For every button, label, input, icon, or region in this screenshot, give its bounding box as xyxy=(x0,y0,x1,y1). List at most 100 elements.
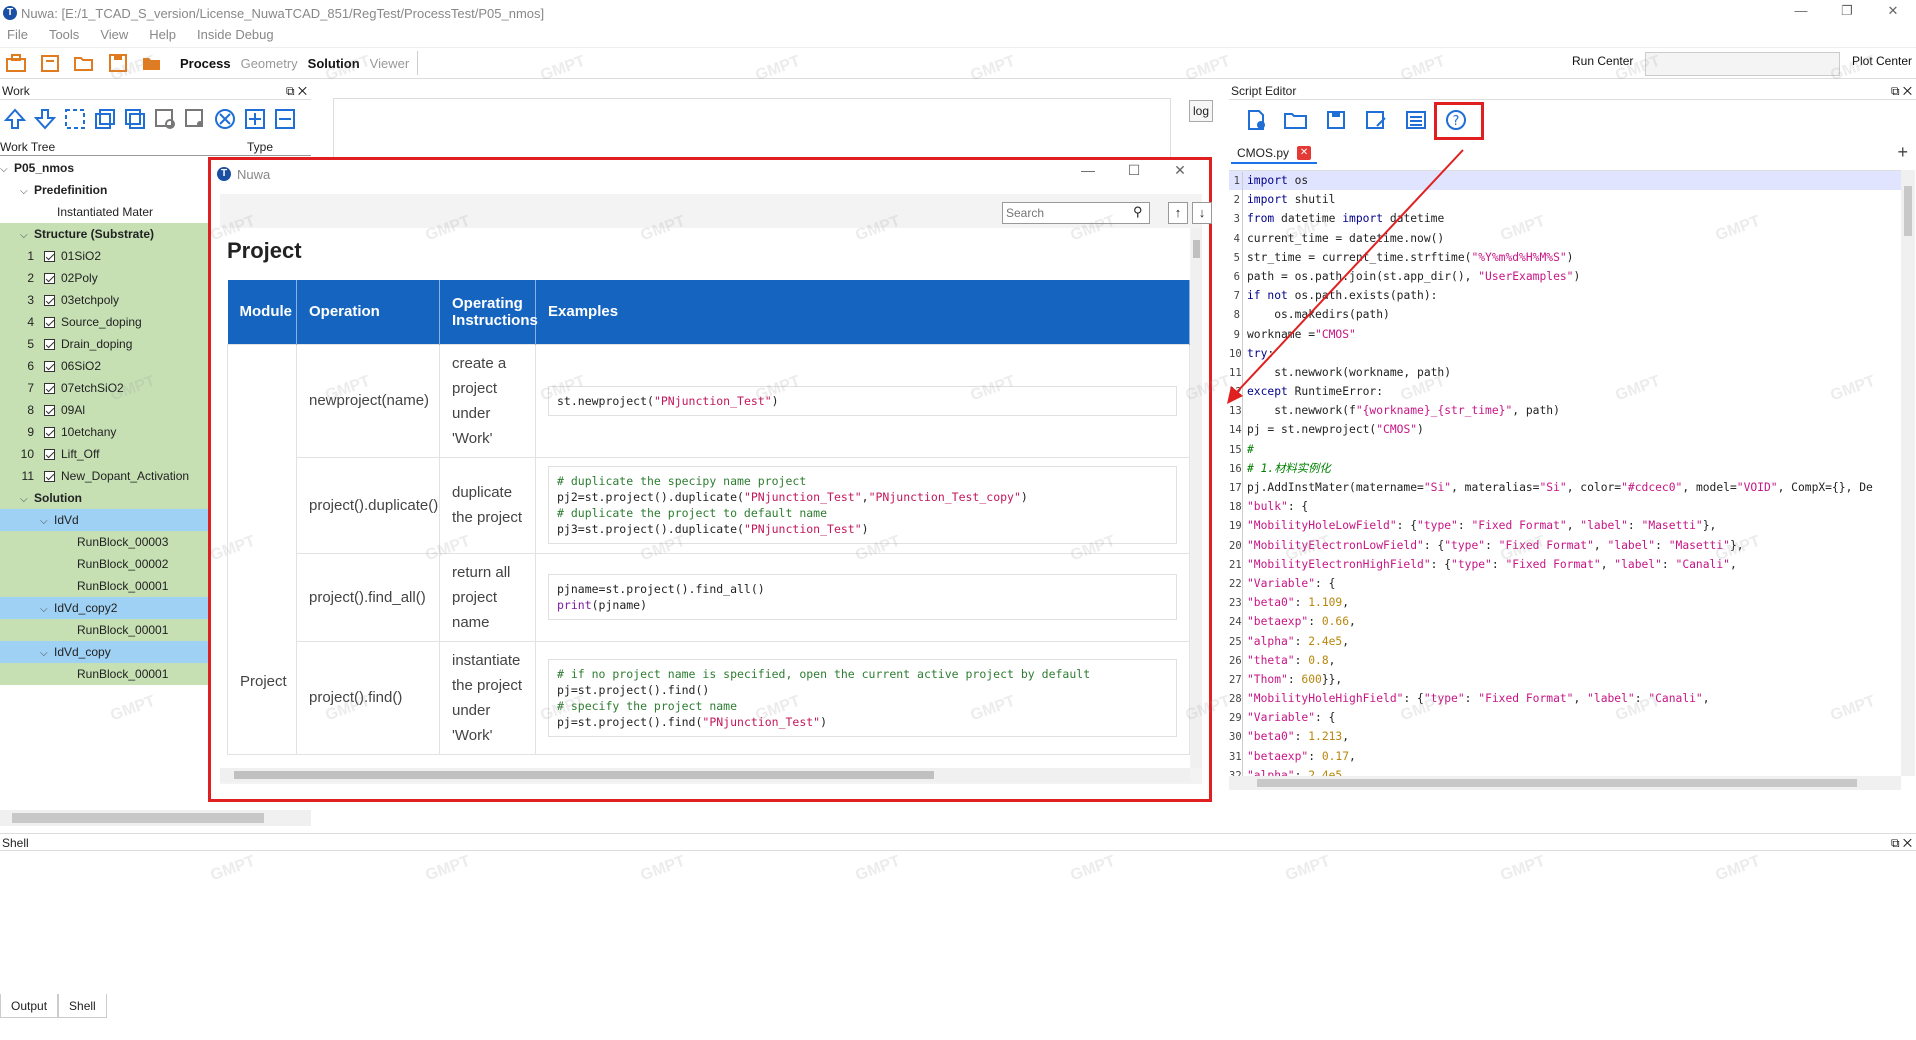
run-script-icon[interactable] xyxy=(1401,106,1431,134)
checkbox-checked-icon[interactable] xyxy=(44,317,55,329)
tree-group-solution[interactable]: ⌵ Solution xyxy=(0,487,208,509)
code-line[interactable]: 15 # xyxy=(1229,440,1901,460)
select-region-icon[interactable] xyxy=(62,106,88,132)
code-line[interactable]: 26 "theta": 0.8, xyxy=(1229,651,1901,671)
tree-runblock[interactable]: RunBlock_00001 xyxy=(0,619,208,641)
scroll-thumb[interactable] xyxy=(234,771,934,779)
calendar-icon[interactable] xyxy=(38,51,62,75)
tab-solution[interactable]: Solution xyxy=(308,56,360,71)
checkbox-checked-icon[interactable] xyxy=(44,361,55,373)
duplicate-icon[interactable] xyxy=(122,106,148,132)
scroll-thumb[interactable] xyxy=(1193,240,1200,258)
tree-runblock[interactable]: RunBlock_00001 xyxy=(0,663,208,685)
checkbox-checked-icon[interactable] xyxy=(44,427,55,439)
tree-step-row[interactable]: 10 Lift_Off xyxy=(0,443,208,465)
shell-console[interactable] xyxy=(0,852,1916,994)
tree-sub-idvd[interactable]: ⌵ IdVd xyxy=(0,509,208,531)
menu-inside-debug[interactable]: Inside Debug xyxy=(197,27,274,42)
cancel-circle-icon[interactable] xyxy=(212,106,238,132)
record-icon[interactable] xyxy=(182,106,208,132)
search-icon[interactable]: ⚲ xyxy=(1133,204,1143,220)
tree-sub-idvd-copy2[interactable]: ⌵ IdVd_copy2 xyxy=(0,597,208,619)
tree-group-structure[interactable]: ⌵ Structure (Substrate) xyxy=(0,223,208,245)
scroll-thumb[interactable] xyxy=(12,813,264,823)
collapse-all-icon[interactable] xyxy=(272,106,298,132)
checkbox-checked-icon[interactable] xyxy=(44,471,55,483)
chevron-down-icon[interactable]: ⌵ xyxy=(40,643,54,665)
tab-viewer[interactable]: Viewer xyxy=(370,56,410,71)
save-icon[interactable] xyxy=(1321,106,1351,134)
tab-shell[interactable]: Shell xyxy=(58,994,107,1018)
tree-runblock[interactable]: RunBlock_00001 xyxy=(0,575,208,597)
tree-step-row[interactable]: 1 01SiO2 xyxy=(0,245,208,267)
search-input[interactable] xyxy=(1002,202,1150,224)
new-file-icon[interactable] xyxy=(1241,106,1271,134)
move-up-icon[interactable] xyxy=(2,106,28,132)
close-icon[interactable]: ✕ xyxy=(1157,162,1203,179)
copy-region-icon[interactable] xyxy=(92,106,118,132)
tree-step-row[interactable]: 4 Source_doping xyxy=(0,311,208,333)
tree-step-row[interactable]: 3 03etchpoly xyxy=(0,289,208,311)
scroll-thumb[interactable] xyxy=(1257,779,1857,787)
menu-view[interactable]: View xyxy=(100,27,128,42)
checkbox-checked-icon[interactable] xyxy=(44,251,55,263)
code-line[interactable]: 16 # 1.材料实例化 xyxy=(1229,459,1901,480)
code-line[interactable]: 28 "MobilityHoleHighField": {"type": "Fix… xyxy=(1229,689,1901,710)
code-line[interactable]: 14 pj = st.newproject("CMOS") xyxy=(1229,420,1901,441)
find-next-button[interactable]: ↓ xyxy=(1192,202,1212,224)
code-line[interactable]: 17 pj.AddInstMater(matername="Si", matera… xyxy=(1229,478,1901,499)
checkbox-checked-icon[interactable] xyxy=(44,273,55,285)
restore-icon[interactable]: ❐ xyxy=(1824,0,1870,26)
checkbox-checked-icon[interactable] xyxy=(44,383,55,395)
find-prev-button[interactable]: ↑ xyxy=(1168,202,1188,224)
work-hscrollbar[interactable] xyxy=(0,810,311,826)
run-center-label[interactable]: Run Center xyxy=(1572,54,1633,68)
tree-step-row[interactable]: 5 Drain_doping xyxy=(0,333,208,355)
tree-step-row[interactable]: 8 09Al xyxy=(0,399,208,421)
minimize-icon[interactable]: — xyxy=(1065,162,1111,179)
tree-group-predefinition[interactable]: ⌵ Predefinition xyxy=(0,179,208,201)
tree-runblock[interactable]: RunBlock_00003 xyxy=(0,531,208,553)
open-folder-icon[interactable] xyxy=(72,51,96,75)
tree-sub-idvd-copy[interactable]: ⌵ IdVd_copy xyxy=(0,641,208,663)
code-hscrollbar[interactable] xyxy=(1229,776,1901,790)
checkbox-checked-icon[interactable] xyxy=(44,339,55,351)
chevron-down-icon[interactable]: ⌵ xyxy=(40,599,54,621)
add-tab-icon[interactable]: + xyxy=(1897,142,1908,163)
maximize-icon[interactable]: ☐ xyxy=(1111,162,1157,179)
checkbox-checked-icon[interactable] xyxy=(44,449,55,461)
code-line[interactable]: 20 "MobilityElectronLowField": {"type": "… xyxy=(1229,536,1901,556)
code-vscrollbar[interactable] xyxy=(1901,170,1915,776)
checkbox-checked-icon[interactable] xyxy=(44,405,55,417)
tree-step-row[interactable]: 2 02Poly xyxy=(0,267,208,289)
tab-geometry[interactable]: Geometry xyxy=(241,56,298,71)
disable-icon[interactable] xyxy=(152,106,178,132)
doc-hscrollbar[interactable] xyxy=(220,768,1190,782)
tree-item-instantiated[interactable]: Instantiated Mater xyxy=(0,201,208,223)
plot-center-label[interactable]: Plot Center xyxy=(1852,54,1912,68)
chevron-down-icon[interactable]: ⌵ xyxy=(0,159,14,181)
code-line[interactable]: 31 "betaexp": 0.17, xyxy=(1229,747,1901,767)
chevron-down-icon[interactable]: ⌵ xyxy=(40,511,54,533)
panel-float-close-icon[interactable]: ⧉ ✕ xyxy=(1891,834,1912,852)
menu-tools[interactable]: Tools xyxy=(49,27,79,42)
toolbox-icon[interactable] xyxy=(4,51,28,75)
tab-output[interactable]: Output xyxy=(0,994,59,1018)
panel-float-close-icon[interactable]: ⧉ ✕ xyxy=(286,82,307,100)
tree-step-row[interactable]: 6 06SiO2 xyxy=(0,355,208,377)
code-line[interactable]: 29 "Variable": { xyxy=(1229,708,1901,729)
code-line[interactable]: 22 "Variable": { xyxy=(1229,574,1901,595)
code-line[interactable]: 23 "beta0": 1.109, xyxy=(1229,593,1901,614)
menu-help[interactable]: Help xyxy=(149,27,176,42)
tree-step-row[interactable]: 11 New_Dopant_Activation xyxy=(0,465,208,487)
tab-process[interactable]: Process xyxy=(180,56,231,71)
code-line[interactable]: 25 "alpha": 2.4e5, xyxy=(1229,632,1901,652)
save-icon[interactable] xyxy=(106,51,130,75)
checkbox-checked-icon[interactable] xyxy=(44,295,55,307)
scroll-thumb[interactable] xyxy=(1904,186,1912,236)
run-center-field[interactable] xyxy=(1645,52,1840,76)
log-button[interactable]: log xyxy=(1189,100,1213,122)
minimize-icon[interactable]: — xyxy=(1778,0,1824,26)
tree-runblock[interactable]: RunBlock_00002 xyxy=(0,553,208,575)
doc-vscrollbar[interactable] xyxy=(1191,228,1202,768)
